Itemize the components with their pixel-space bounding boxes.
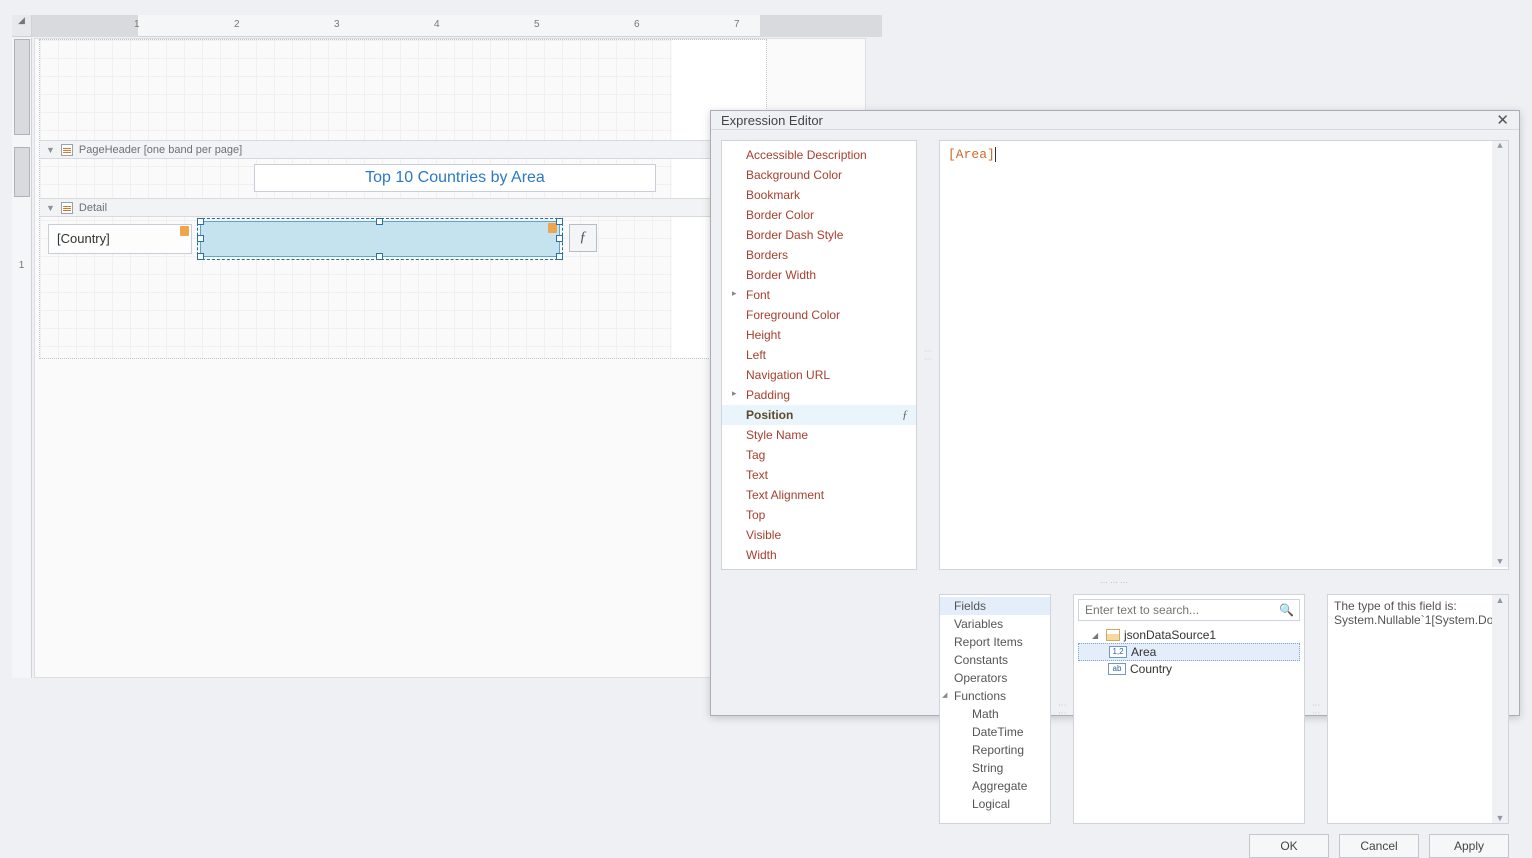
- category-panel[interactable]: FieldsVariablesReport ItemsConstantsOper…: [939, 594, 1051, 824]
- title-label[interactable]: Top 10 Countries by Area: [254, 164, 656, 192]
- expression-editor-dialog: Expression Editor ✕ Accessible Descripti…: [710, 110, 1520, 716]
- category-item[interactable]: Functions: [940, 687, 1050, 705]
- property-item[interactable]: Borders: [722, 245, 916, 265]
- band-label: Detail: [79, 202, 107, 214]
- category-item[interactable]: Fields: [940, 597, 1050, 615]
- property-item[interactable]: Position: [722, 405, 916, 425]
- band-icon: [61, 144, 73, 156]
- category-subitem[interactable]: String: [940, 759, 1050, 777]
- property-item[interactable]: Border Width: [722, 265, 916, 285]
- dialog-button-row: OK Cancel Apply: [711, 834, 1519, 858]
- band-icon: [61, 202, 73, 214]
- band-header-pageheader[interactable]: ▼ PageHeader [one band per page]: [40, 140, 766, 159]
- vertical-splitter[interactable]: ⋮⋮: [1059, 594, 1065, 824]
- collapse-icon[interactable]: ▼: [46, 203, 55, 213]
- expression-textarea[interactable]: [Area] ▲ ▼: [939, 140, 1509, 570]
- vertical-ruler: 1: [12, 38, 32, 678]
- scroll-down-icon[interactable]: ▼: [1497, 557, 1502, 567]
- category-subitem[interactable]: Math: [940, 705, 1050, 723]
- field-text: [Country]: [57, 231, 110, 246]
- ruler-corner: ◢: [12, 15, 32, 37]
- property-list[interactable]: Accessible DescriptionBackground ColorBo…: [721, 140, 917, 570]
- description-text: The type of this field is: System.Nullab…: [1334, 599, 1509, 627]
- search-input[interactable]: [1078, 599, 1300, 621]
- property-item[interactable]: Text Alignment: [722, 485, 916, 505]
- property-item[interactable]: Width: [722, 545, 916, 565]
- search-icon: 🔍: [1279, 603, 1294, 617]
- category-item[interactable]: Operators: [940, 669, 1050, 687]
- scrollbar[interactable]: ▲ ▼: [1492, 595, 1508, 823]
- datasource-node[interactable]: ◢ jsonDataSource1: [1078, 627, 1300, 643]
- expression-button[interactable]: ƒ: [569, 224, 597, 252]
- property-item[interactable]: Navigation URL: [722, 365, 916, 385]
- property-item[interactable]: Font: [722, 285, 916, 305]
- category-subitem[interactable]: DateTime: [940, 723, 1050, 741]
- datasource-icon: [1106, 629, 1120, 641]
- band-header-detail[interactable]: ▼ Detail: [40, 198, 766, 217]
- property-item[interactable]: Padding: [722, 385, 916, 405]
- property-item[interactable]: Tag: [722, 445, 916, 465]
- expander-icon[interactable]: ◢: [1092, 631, 1102, 640]
- data-bound-icon: [180, 226, 189, 236]
- fields-tree[interactable]: ◢ jsonDataSource1 1,2 Area ab Country: [1074, 625, 1304, 823]
- property-item[interactable]: Accessible Description: [722, 145, 916, 165]
- field-label: Country: [1130, 662, 1172, 676]
- collapse-icon[interactable]: ▼: [46, 145, 55, 155]
- category-subitem[interactable]: Reporting: [940, 741, 1050, 759]
- category-item[interactable]: Constants: [940, 651, 1050, 669]
- report-page[interactable]: ▼ PageHeader [one band per page] Top 10 …: [39, 39, 767, 359]
- field-label: Area: [1131, 645, 1156, 659]
- property-item[interactable]: Text: [722, 465, 916, 485]
- property-item[interactable]: Style Name: [722, 425, 916, 445]
- property-item[interactable]: Background Color: [722, 165, 916, 185]
- scroll-up-icon[interactable]: ▲: [1496, 595, 1505, 605]
- cancel-button[interactable]: Cancel: [1339, 834, 1419, 858]
- field-area[interactable]: 1,2 Area: [1078, 643, 1300, 661]
- property-item[interactable]: Foreground Color: [722, 305, 916, 325]
- datasource-label: jsonDataSource1: [1124, 628, 1216, 642]
- description-panel: The type of this field is: System.Nullab…: [1327, 594, 1509, 824]
- string-field-icon: ab: [1108, 663, 1126, 675]
- property-item[interactable]: Top: [722, 505, 916, 525]
- selected-element[interactable]: [200, 221, 560, 257]
- category-item[interactable]: Report Items: [940, 633, 1050, 651]
- property-item[interactable]: Height: [722, 325, 916, 345]
- category-subitem[interactable]: Logical: [940, 795, 1050, 813]
- ok-button[interactable]: OK: [1249, 834, 1329, 858]
- scrollbar[interactable]: ▲ ▼: [1492, 141, 1508, 567]
- apply-button[interactable]: Apply: [1429, 834, 1509, 858]
- country-field[interactable]: [Country]: [48, 224, 192, 254]
- vertical-splitter[interactable]: ⋮⋮: [1313, 594, 1319, 824]
- property-item[interactable]: Bookmark: [722, 185, 916, 205]
- scroll-down-icon[interactable]: ▼: [1496, 813, 1505, 823]
- property-item[interactable]: Border Color: [722, 205, 916, 225]
- field-country[interactable]: ab Country: [1078, 661, 1300, 677]
- property-item[interactable]: Visible: [722, 525, 916, 545]
- horizontal-ruler: 1 2 3 4 5 6 7: [32, 15, 882, 37]
- fields-panel: 🔍 ◢ jsonDataSource1 1,2 Area ab Country: [1073, 594, 1305, 824]
- category-item[interactable]: Variables: [940, 615, 1050, 633]
- numeric-field-icon: 1,2: [1109, 646, 1127, 658]
- expression-content: [Area]: [948, 147, 995, 162]
- property-item[interactable]: Border Dash Style: [722, 225, 916, 245]
- dialog-title: Expression Editor: [721, 113, 823, 128]
- property-item[interactable]: Left: [722, 345, 916, 365]
- band-label: PageHeader [one band per page]: [79, 144, 242, 156]
- scroll-up-icon[interactable]: ▲: [1497, 141, 1502, 151]
- close-icon[interactable]: ✕: [1496, 111, 1509, 129]
- horizontal-splitter[interactable]: ⋯⋯⋯: [721, 578, 1509, 586]
- vertical-splitter[interactable]: ⋮⋮: [925, 140, 931, 570]
- category-subitem[interactable]: Aggregate: [940, 777, 1050, 795]
- dialog-titlebar[interactable]: Expression Editor ✕: [711, 111, 1519, 130]
